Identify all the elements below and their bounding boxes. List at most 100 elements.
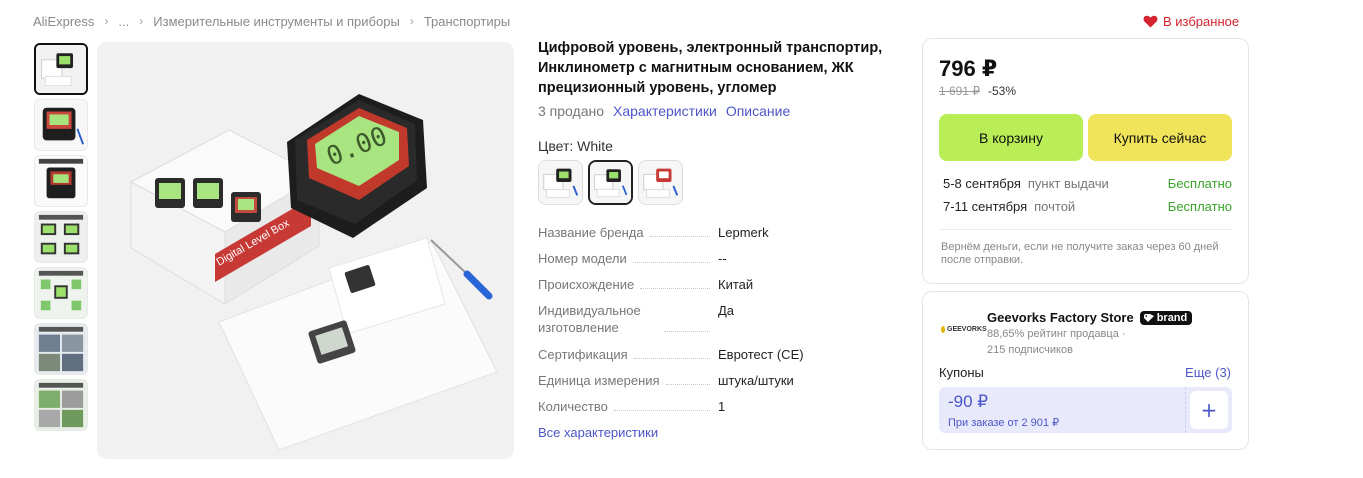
color-swatch-3[interactable]	[638, 160, 683, 205]
spec-row: Индивидуальное изготовление Да	[538, 302, 893, 346]
spec-name: Сертификация	[538, 347, 628, 362]
current-price: 796 ₽	[939, 56, 998, 81]
delivery-date: 5-8 сентября	[943, 176, 1021, 191]
divider	[939, 229, 1232, 230]
all-specs-link[interactable]: Все характеристики	[538, 425, 893, 440]
spec-row: Происхождение Китай	[538, 276, 893, 302]
product-photo: Digital Level Box 0.00	[97, 42, 514, 459]
chevron-right-icon: ›	[104, 14, 109, 28]
store-rating: 88,65% рейтинг продавца ·	[987, 328, 1126, 340]
store-card: GEEVORKS Geevorks Factory Store brand 88…	[922, 291, 1249, 450]
brand-badge-label: brand	[1156, 311, 1188, 324]
color-swatches	[538, 160, 893, 205]
spec-value: Да	[718, 303, 735, 318]
spec-name: Происхождение	[538, 277, 635, 292]
thumbnail-2[interactable]	[34, 99, 88, 151]
tab-description[interactable]: Описание	[726, 103, 790, 119]
color-swatch-1[interactable]	[538, 160, 583, 205]
add-to-favorites-button[interactable]: В избранное	[1143, 12, 1239, 30]
thumbnail-5[interactable]	[34, 267, 88, 319]
product-thumbnail-image	[35, 156, 87, 206]
chevron-right-icon: ›	[139, 14, 144, 28]
spec-name: Индивидуальное изготовление	[538, 303, 641, 335]
breadcrumb: AliExpress › ... › Измерительные инструм…	[33, 12, 510, 30]
spec-value: Lepmerk	[718, 225, 769, 240]
brand-badge: brand	[1139, 310, 1193, 325]
store-stats: 88,65% рейтинг продавца · 215 подписчико…	[987, 326, 1126, 358]
spec-row: Номер модели --	[538, 250, 893, 276]
product-thumbnail-image	[35, 212, 87, 262]
spec-name: Единица измерения	[538, 373, 660, 388]
thumbnail-4[interactable]	[34, 211, 88, 263]
old-price: 1 691 ₽	[939, 84, 980, 98]
favorite-label: В избранное	[1163, 13, 1240, 29]
store-logo-text: GEEVORKS	[947, 325, 987, 333]
spec-row: Название бренда Lepmerk	[538, 224, 893, 250]
product-thumbnail-image	[35, 324, 87, 374]
product-thumbnail-image	[35, 100, 87, 150]
delivery-option-pickup: 5-8 сентября пункт выдачи Бесплатно	[943, 176, 1232, 191]
delivery-kind: почтой	[1034, 199, 1076, 214]
product-title: Цифровой уровень, электронный транспорти…	[538, 40, 883, 96]
coupon-add-button[interactable]: +	[1190, 391, 1228, 429]
buy-now-button[interactable]: Купить сейчас	[1088, 114, 1232, 161]
breadcrumb-item-protractors[interactable]: Транспортиры	[424, 14, 510, 29]
thumbnail-7[interactable]	[34, 379, 88, 431]
product-thumbnail-image	[36, 45, 86, 93]
product-thumbnail-image	[35, 380, 87, 430]
breadcrumb-item-aliexpress[interactable]: AliExpress	[33, 14, 94, 29]
chevron-right-icon: ›	[409, 14, 414, 28]
thumbnail-3[interactable]	[34, 155, 88, 207]
color-swatch-white[interactable]	[588, 160, 633, 205]
spec-value: штука/штуки	[718, 373, 794, 388]
product-thumbnail-image	[35, 268, 87, 318]
product-info: Цифровой уровень, электронный транспорти…	[538, 38, 893, 440]
thumbnail-list	[34, 43, 88, 435]
color-label: Цвет: White	[538, 138, 613, 154]
store-name-link[interactable]: Geevorks Factory Store brand	[987, 310, 1193, 325]
coupons-label: Купоны	[939, 365, 984, 380]
thumbnail-1[interactable]	[34, 43, 88, 95]
coupon-condition: При заказе от 2 901 ₽	[948, 417, 1060, 429]
swatch-image	[639, 161, 682, 204]
delivery-option-post: 7-11 сентября почтой Бесплатно	[943, 199, 1232, 214]
spec-name: Номер модели	[538, 251, 627, 266]
buy-card: 796 ₽ 1 691 ₽ -53% В корзину Купить сейч…	[922, 38, 1249, 284]
add-to-cart-button[interactable]: В корзину	[939, 114, 1083, 161]
spec-value: --	[718, 251, 727, 266]
refund-guarantee: Вернём деньги, если не получите заказ че…	[941, 241, 1219, 266]
delivery-date: 7-11 сентября	[943, 199, 1028, 214]
spec-row: Единица измерения штука/штуки	[538, 372, 893, 398]
coupons-more-link[interactable]: Еще (3)	[1185, 365, 1231, 380]
swatch-image	[539, 161, 582, 204]
store-name: Geevorks Factory Store	[987, 310, 1134, 325]
discount-percent: -53%	[988, 84, 1017, 98]
sold-count: 3 продано	[538, 103, 604, 119]
spec-row: Сертификация Евротест (CE)	[538, 346, 893, 372]
product-meta: 3 продано Характеристики Описание	[538, 103, 893, 119]
spec-value: 1	[718, 399, 726, 414]
delivery-cost: Бесплатно	[1167, 199, 1232, 214]
thumbnail-6[interactable]	[34, 323, 88, 375]
spec-value: Евротест (CE)	[718, 347, 804, 362]
delivery-kind: пункт выдачи	[1027, 176, 1109, 191]
price-discount-row: 1 691 ₽ -53%	[939, 84, 1016, 98]
tag-icon	[1143, 313, 1154, 322]
coupon-card: -90 ₽ При заказе от 2 901 ₽ +	[939, 387, 1232, 433]
spec-name: Название бренда	[538, 225, 644, 240]
coupon-amount: -90 ₽	[948, 392, 989, 411]
breadcrumb-item-ellipsis[interactable]: ...	[118, 14, 129, 29]
heart-icon	[1143, 15, 1158, 28]
spec-list: Название бренда Lepmerk Номер модели -- …	[538, 224, 893, 424]
spec-value: Китай	[718, 277, 754, 292]
main-product-image[interactable]: Digital Level Box 0.00	[97, 42, 514, 459]
swatch-image	[590, 162, 631, 203]
tab-characteristics[interactable]: Характеристики	[613, 103, 717, 119]
breadcrumb-item-measuring-tools[interactable]: Измерительные инструменты и приборы	[153, 14, 400, 29]
spec-row: Количество 1	[538, 398, 893, 424]
store-logo-mark-icon	[941, 325, 945, 333]
store-logo[interactable]: GEEVORKS	[941, 316, 987, 342]
spec-name: Количество	[538, 399, 608, 414]
store-followers: 215 подписчиков	[987, 344, 1073, 356]
delivery-cost: Бесплатно	[1167, 176, 1232, 191]
